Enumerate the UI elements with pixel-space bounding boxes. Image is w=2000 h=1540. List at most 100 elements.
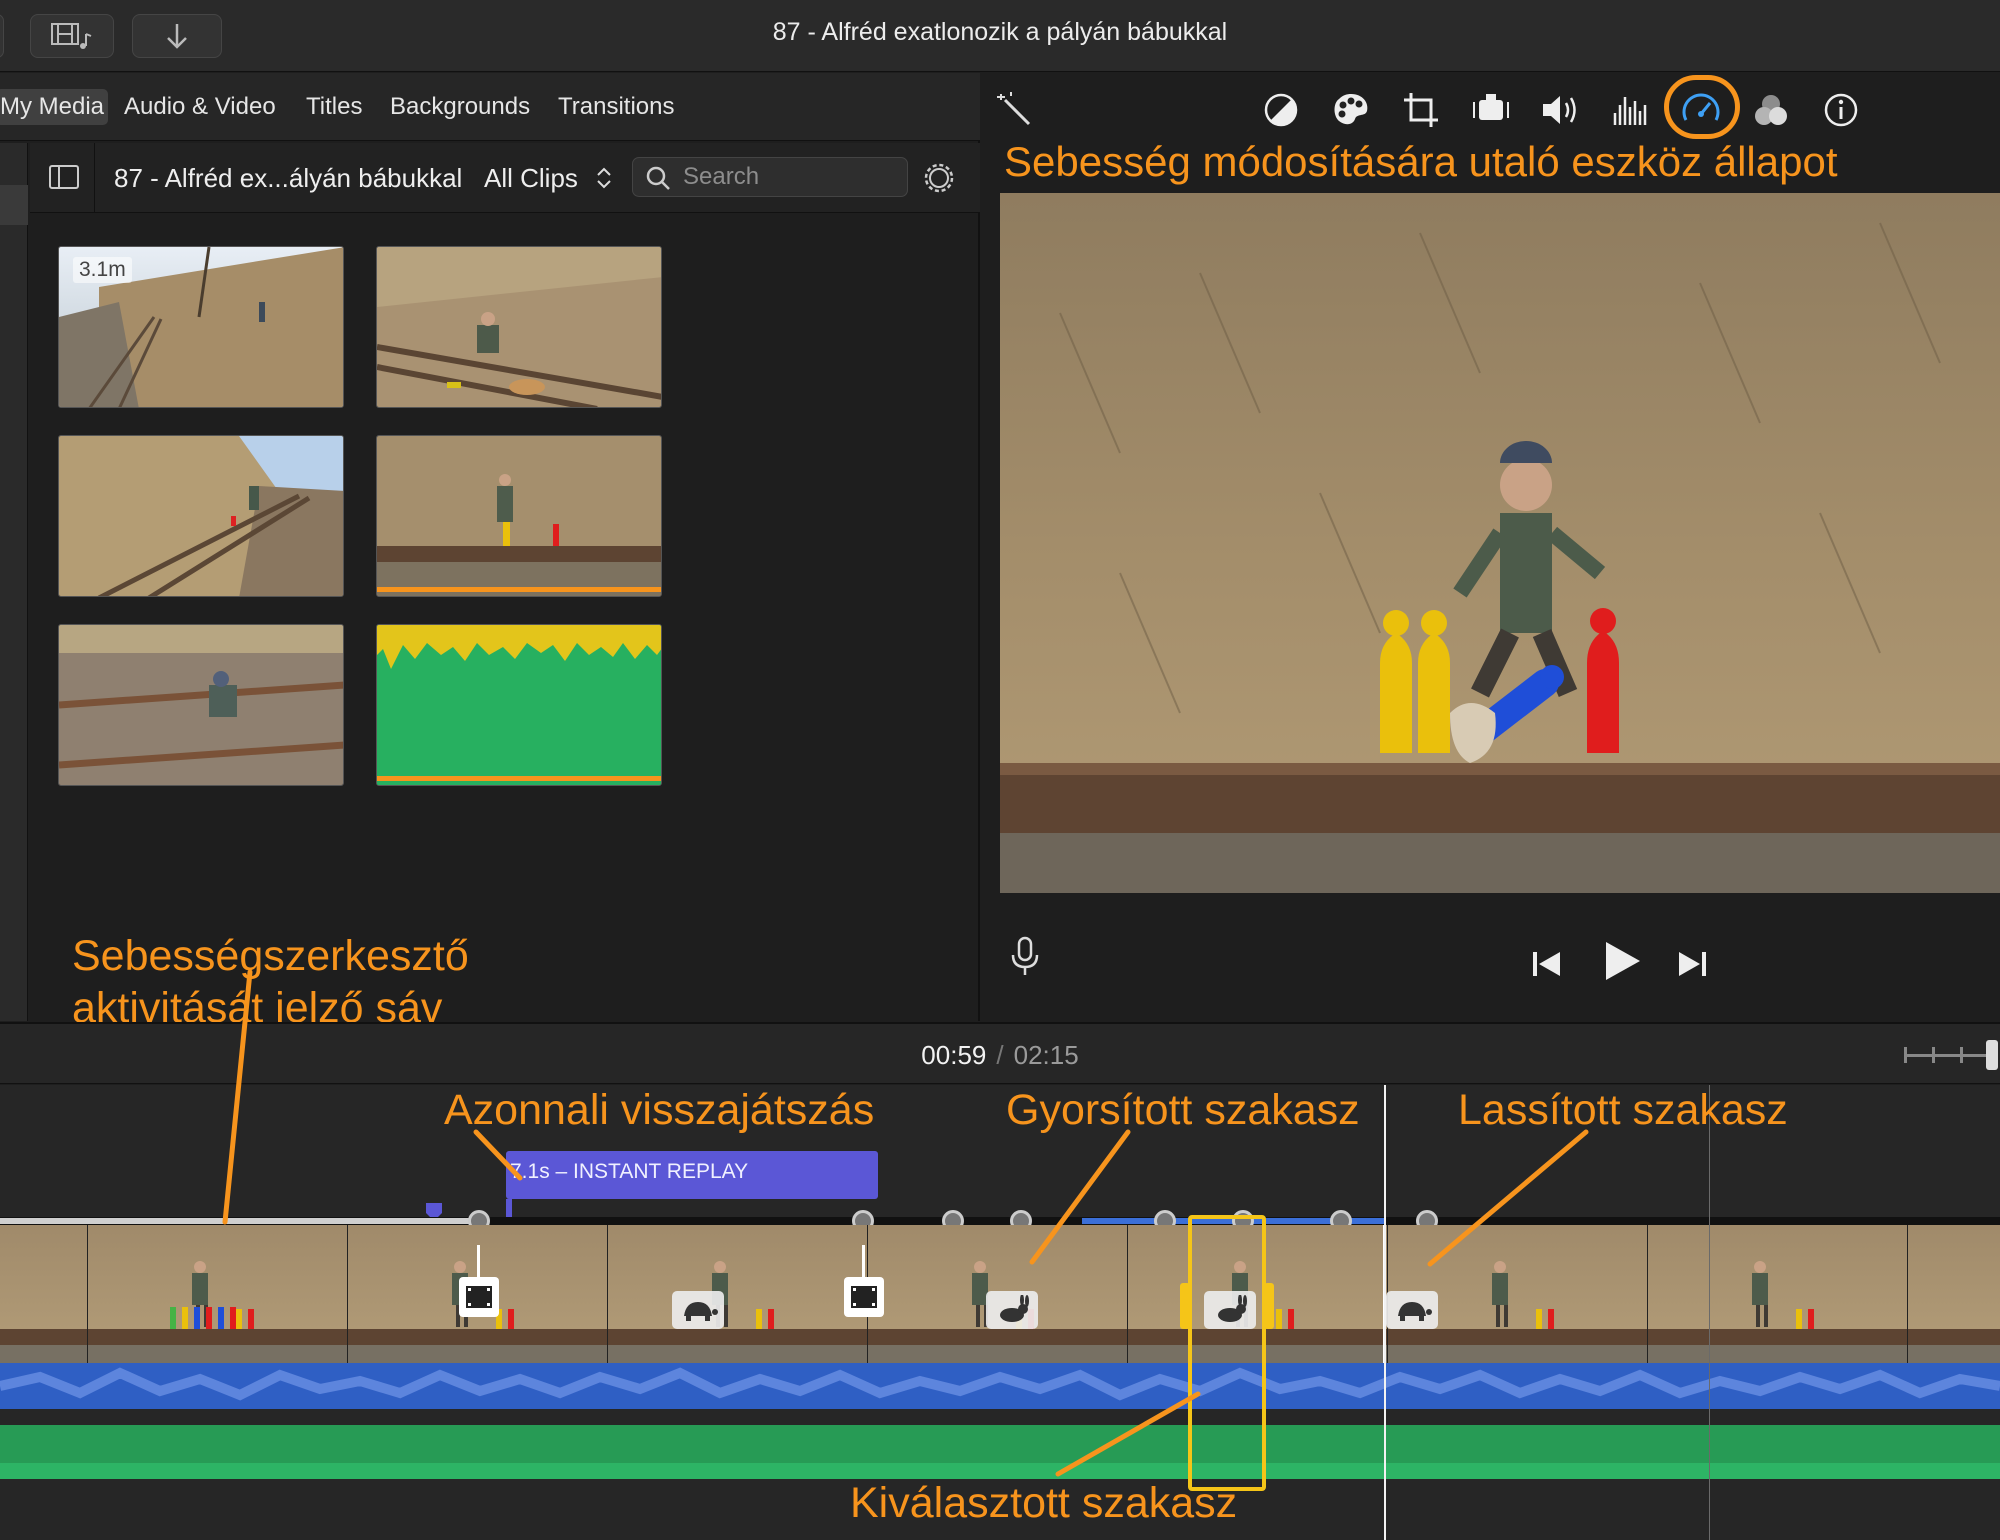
clip-thumbnail[interactable] [58,624,344,786]
video-preview[interactable] [1000,193,2000,893]
freeze-frame-marker[interactable] [844,1277,884,1317]
clip-thumbnail[interactable] [376,246,662,408]
previous-button[interactable] [1530,949,1564,984]
clip-image [59,436,343,596]
library-bar: 87 - Alfréd ex...ályán bábukkal All Clip… [30,143,980,213]
fast-speed-badge[interactable] [986,1291,1038,1329]
clip-thumbnail[interactable]: 3.1m [58,246,344,408]
search-field[interactable] [632,157,908,197]
freeze-frame-stem [862,1245,865,1279]
selected-range[interactable] [1188,1215,1266,1491]
video-frame-image [1000,193,2000,893]
play-button[interactable] [1600,939,1644,988]
freeze-frame-marker[interactable] [459,1277,499,1317]
audio-clip-thumbnail[interactable] [376,624,662,786]
info-icon [1824,93,1858,127]
waveform-icon [0,1463,2000,1479]
selection-handle-right[interactable] [1264,1283,1274,1329]
window-title: 87 - Alfréd exatlonozik a pályán bábukka… [772,18,1228,46]
sidebar-icon [49,165,79,189]
tab-titles[interactable]: Titles [302,89,366,125]
playhead[interactable] [1384,1085,1386,1540]
skimmer-line [1709,1085,1710,1540]
turtle-icon [684,1302,718,1321]
clip-filter-value: All Clips [484,163,578,193]
clip-thumbnail[interactable] [58,435,344,597]
timeline[interactable]: 7.1s – INSTANT REPLAY Azonnali visszaját… [0,1085,2000,1540]
video-overlay-button[interactable] [1748,87,1794,133]
current-time: 00:59 [921,1040,987,1070]
instant-replay-bar[interactable]: 7.1s – INSTANT REPLAY [506,1151,878,1199]
time-separator: / [996,1040,1004,1070]
chevron-updown-icon [597,167,611,189]
browser-settings-button[interactable] [920,159,958,202]
next-button[interactable] [1676,949,1710,984]
filmstrip-icon [466,1286,492,1308]
annotation-instant-replay: Azonnali visszajátszás [444,1086,875,1134]
annotation-fast-section: Gyorsított szakasz [1006,1086,1360,1134]
selection-handle-left[interactable] [1180,1283,1190,1329]
slow-speed-badge[interactable] [1386,1291,1438,1329]
color-correction-icon [1334,94,1368,125]
zoom-slider-thumb[interactable] [1986,1040,1998,1070]
enhance-button[interactable] [992,87,1038,133]
waveform-icon [0,1367,2000,1401]
background-music-track[interactable] [0,1425,2000,1479]
sidebar-toggle-button[interactable] [48,163,82,196]
instant-replay-label: 7.1s – INSTANT REPLAY [510,1160,749,1183]
tab-my-media[interactable]: My Media [0,89,109,125]
play-icon [1606,942,1640,980]
sidebar-selected-item[interactable] [0,185,28,225]
clip-used-indicator [377,776,661,781]
annotation-slow-section: Lassított szakasz [1458,1086,1788,1134]
libraries-sidebar[interactable] [0,143,28,1021]
media-browser: My Media Audio & Video Titles Background… [0,73,980,1032]
voiceover-button[interactable] [1010,935,1040,984]
stabilization-button[interactable] [1468,87,1514,133]
search-icon [646,166,670,190]
freeze-frame-stem [477,1245,480,1279]
microphone-icon [1011,936,1039,975]
magic-wand-icon [997,92,1031,126]
playback-timecode: 00:59 / 02:15 [0,1040,2000,1071]
tab-transitions[interactable]: Transitions [554,89,678,125]
tab-audio-video[interactable]: Audio & Video [120,89,280,125]
color-balance-icon [1264,93,1298,127]
turtle-icon [1398,1302,1432,1321]
info-button[interactable] [1818,87,1864,133]
stabilization-icon [1473,94,1509,120]
filmstrip-icon [851,1286,877,1308]
title-bar: 87 - Alfréd exatlonozik a pályán bábukka… [0,0,2000,72]
active-tool-highlight [1664,75,1740,139]
annotation-speed-editor-line1: Sebességszerkesztő [72,932,469,980]
clip-audio-track[interactable] [0,1363,2000,1409]
clip-image [377,247,661,407]
gear-icon [924,163,954,193]
zoom-slider[interactable] [1904,1040,1998,1070]
speed-range-normal [0,1218,480,1224]
library-title: 87 - Alfréd ex...ályán bábukkal [114,163,463,193]
total-time: 02:15 [1013,1040,1079,1070]
annotation-speed-tool-state: Sebesség módosítására utaló eszköz állap… [1004,138,1838,185]
clip-duration-label: 3.1m [73,257,132,283]
video-overlay-icon [1755,95,1787,125]
tab-backgrounds[interactable]: Backgrounds [386,89,534,125]
clip-image [59,625,343,785]
timeline-header: 00:59 / 02:15 [0,1022,2000,1084]
divider [94,143,95,213]
color-balance-button[interactable] [1258,87,1304,133]
media-tabs: My Media Audio & Video Titles Background… [0,73,980,141]
crop-button[interactable] [1398,87,1444,133]
volume-icon [1543,96,1576,124]
skip-back-icon [1533,952,1560,976]
equalizer-button[interactable] [1608,87,1654,133]
noise-reduction-icon [1613,97,1647,125]
slow-speed-badge[interactable] [672,1291,724,1329]
annotation-selected-section: Kiválasztott szakasz [850,1479,1238,1527]
clip-filter-select[interactable]: All Clips [484,163,613,194]
clip-thumbnail[interactable] [376,435,662,597]
clip-used-indicator [377,587,661,592]
color-correction-button[interactable] [1328,87,1374,133]
volume-button[interactable] [1538,87,1584,133]
search-input[interactable] [683,162,898,192]
